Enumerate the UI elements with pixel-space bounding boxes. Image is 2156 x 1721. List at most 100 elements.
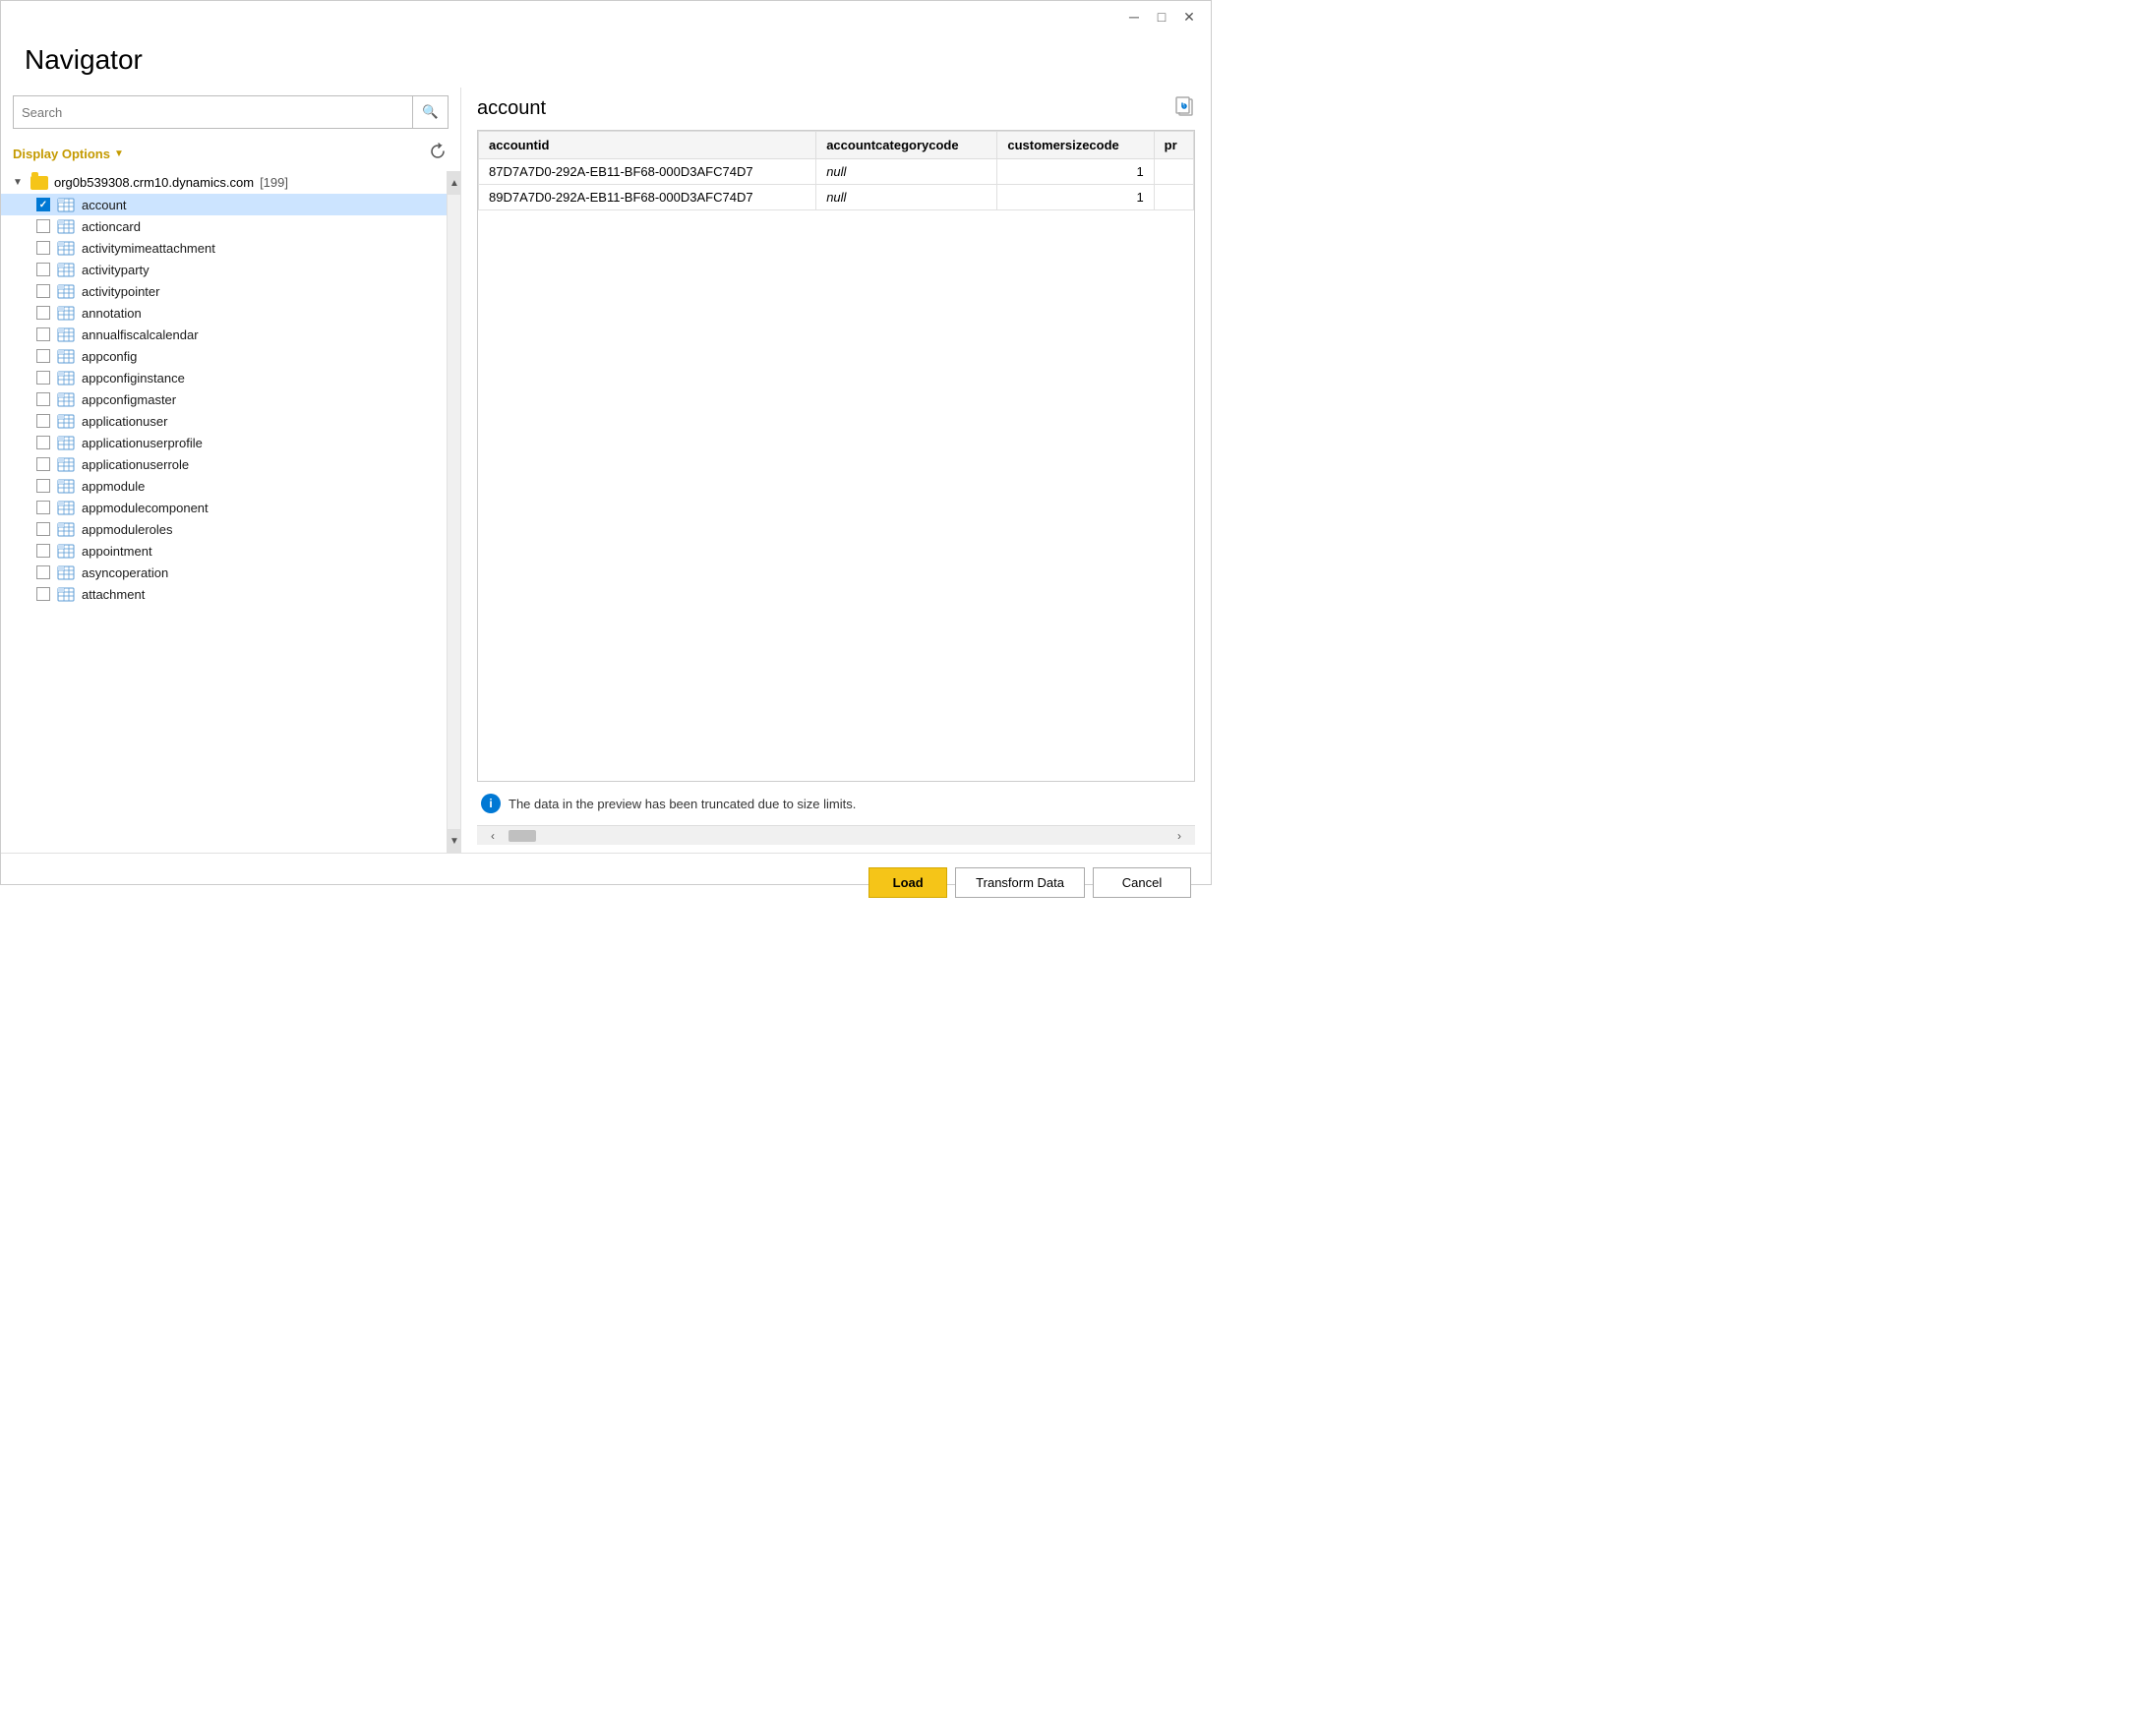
tree-item-annotation[interactable]: annotation — [1, 302, 447, 324]
data-table-wrapper[interactable]: accountid accountcategorycode customersi… — [477, 130, 1195, 782]
item-label-attachment: attachment — [82, 587, 145, 602]
table-icon-activitypointer — [56, 283, 76, 299]
checkbox-appmoduleroles[interactable] — [36, 522, 50, 536]
page-title: Navigator — [1, 32, 1211, 88]
checkbox-appconfig[interactable] — [36, 349, 50, 363]
truncate-notice-text: The data in the preview has been truncat… — [509, 797, 856, 811]
item-label-asyncoperation: asyncoperation — [82, 565, 168, 580]
checkbox-applicationuserrole[interactable] — [36, 457, 50, 471]
tree-item-annualfiscalcalendar[interactable]: annualfiscalcalendar — [1, 324, 447, 345]
item-label-appconfiginstance: appconfiginstance — [82, 371, 185, 386]
cancel-button[interactable]: Cancel — [1093, 867, 1191, 898]
checkbox-applicationuser[interactable] — [36, 414, 50, 428]
checkbox-appmodule[interactable] — [36, 479, 50, 493]
checkbox-asyncoperation[interactable] — [36, 565, 50, 579]
checkbox-appconfigmaster[interactable] — [36, 392, 50, 406]
search-input[interactable] — [14, 99, 412, 126]
cell-accountid-2: 89D7A7D0-292A-EB11-BF68-000D3AFC74D7 — [479, 185, 816, 210]
tree-item-attachment[interactable]: attachment — [1, 583, 447, 605]
tree-panel: ▼ org0b539308.crm10.dynamics.com [199] — [1, 171, 460, 853]
checkbox-annotation[interactable] — [36, 306, 50, 320]
checkbox-annualfiscalcalendar[interactable] — [36, 327, 50, 341]
display-options-button[interactable]: Display Options ▼ — [13, 147, 124, 161]
collapse-arrow-icon: ▼ — [13, 177, 25, 188]
refresh-icon — [429, 148, 447, 164]
tree-item-applicationuser[interactable]: applicationuser — [1, 410, 447, 432]
tree-item-appconfiginstance[interactable]: appconfiginstance — [1, 367, 447, 388]
refresh-button[interactable] — [427, 141, 449, 167]
tree-item-asyncoperation[interactable]: asyncoperation — [1, 562, 447, 583]
checkbox-attachment[interactable] — [36, 587, 50, 601]
cell-pr-1 — [1154, 159, 1193, 185]
table-icon-appmodulecomponent — [56, 500, 76, 515]
scroll-thumb[interactable] — [509, 830, 536, 842]
tree-item-appmoduleroles[interactable]: appmoduleroles — [1, 518, 447, 540]
root-label: org0b539308.crm10.dynamics.com — [54, 175, 254, 190]
item-label-activityparty: activityparty — [82, 263, 150, 277]
cell-accountcategorycode-2: null — [816, 185, 997, 210]
checkbox-applicationuserprofile[interactable] — [36, 436, 50, 449]
table-icon-attachment — [56, 586, 76, 602]
tree-item-appconfigmaster[interactable]: appconfigmaster — [1, 388, 447, 410]
cell-customersizecode-2: 1 — [997, 185, 1154, 210]
table-icon-appconfigmaster — [56, 391, 76, 407]
close-button[interactable]: ✕ — [1175, 3, 1203, 30]
cell-customersizecode-1: 1 — [997, 159, 1154, 185]
scroll-up-button[interactable]: ▲ — [448, 171, 460, 195]
restore-button[interactable]: □ — [1148, 3, 1175, 30]
checkbox-account[interactable] — [36, 198, 50, 211]
item-label-annotation: annotation — [82, 306, 142, 321]
minimize-button[interactable]: ─ — [1120, 3, 1148, 30]
tree-item-activitymimeattachment[interactable]: activitymimeattachment — [1, 237, 447, 259]
scroll-track — [448, 195, 460, 829]
scroll-down-button[interactable]: ▼ — [448, 829, 460, 853]
item-label-appmodule: appmodule — [82, 479, 145, 494]
tree-item-account[interactable]: account — [1, 194, 447, 215]
checkbox-appconfiginstance[interactable] — [36, 371, 50, 385]
side-scrollbar: ▲ ▼ — [447, 171, 460, 853]
load-button[interactable]: Load — [868, 867, 947, 898]
item-label-account: account — [82, 198, 127, 212]
checkbox-actioncard[interactable] — [36, 219, 50, 233]
item-label-appconfig: appconfig — [82, 349, 137, 364]
tree-root-node[interactable]: ▼ org0b539308.crm10.dynamics.com [199] — [1, 171, 447, 194]
tree-item-activityparty[interactable]: activityparty — [1, 259, 447, 280]
search-button[interactable]: 🔍 — [412, 96, 448, 128]
item-label-applicationuserprofile: applicationuserprofile — [82, 436, 203, 450]
table-icon-applicationuser — [56, 413, 76, 429]
checkbox-appointment[interactable] — [36, 544, 50, 558]
tree-item-appmodulecomponent[interactable]: appmodulecomponent — [1, 497, 447, 518]
table-row: 89D7A7D0-292A-EB11-BF68-000D3AFC74D7 nul… — [479, 185, 1194, 210]
tree-scroll-area[interactable]: ▼ org0b539308.crm10.dynamics.com [199] — [1, 171, 447, 853]
checkbox-activitypointer[interactable] — [36, 284, 50, 298]
item-label-activitypointer: activitypointer — [82, 284, 159, 299]
item-label-annualfiscalcalendar: annualfiscalcalendar — [82, 327, 199, 342]
horizontal-scrollbar[interactable]: ‹ › — [477, 825, 1195, 845]
preview-refresh-button[interactable] — [1173, 95, 1195, 122]
item-label-appmoduleroles: appmoduleroles — [82, 522, 173, 537]
display-options-label: Display Options — [13, 147, 110, 161]
table-row: 87D7A7D0-292A-EB11-BF68-000D3AFC74D7 nul… — [479, 159, 1194, 185]
cell-pr-2 — [1154, 185, 1193, 210]
root-count: [199] — [260, 175, 288, 190]
item-label-appointment: appointment — [82, 544, 152, 559]
checkbox-appmodulecomponent[interactable] — [36, 501, 50, 514]
tree-item-activitypointer[interactable]: activitypointer — [1, 280, 447, 302]
title-bar: ─ □ ✕ — [1, 1, 1211, 32]
item-label-activitymimeattachment: activitymimeattachment — [82, 241, 215, 256]
scroll-left-button[interactable]: ‹ — [481, 827, 505, 845]
tree-item-appointment[interactable]: appointment — [1, 540, 447, 562]
tree-item-appmodule[interactable]: appmodule — [1, 475, 447, 497]
folder-icon — [30, 176, 48, 190]
transform-data-button[interactable]: Transform Data — [955, 867, 1085, 898]
checkbox-activitymimeattachment[interactable] — [36, 241, 50, 255]
tree-item-appconfig[interactable]: appconfig — [1, 345, 447, 367]
tree-item-applicationuserprofile[interactable]: applicationuserprofile — [1, 432, 447, 453]
checkbox-activityparty[interactable] — [36, 263, 50, 276]
col-header-pr: pr — [1154, 132, 1193, 159]
table-icon-appmoduleroles — [56, 521, 76, 537]
scroll-right-button[interactable]: › — [1168, 827, 1191, 845]
tree-item-applicationuserrole[interactable]: applicationuserrole — [1, 453, 447, 475]
table-icon-activitymimeattachment — [56, 240, 76, 256]
tree-item-actioncard[interactable]: actioncard — [1, 215, 447, 237]
